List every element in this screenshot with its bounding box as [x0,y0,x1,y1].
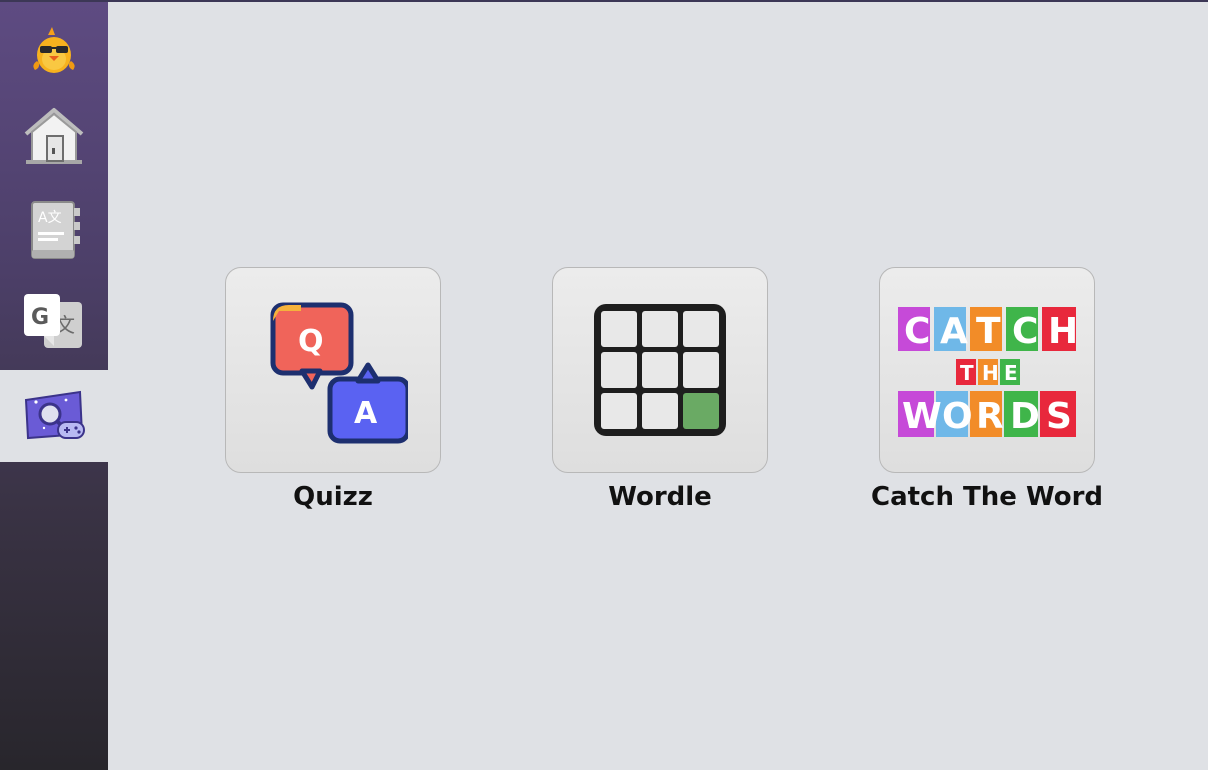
game-tile-catch-the-word[interactable]: C A T C H T H E W O R D S [879,267,1095,473]
quiz-qa-icon: Q A [270,302,408,444]
svg-text:R: R [976,396,1004,437]
svg-text:D: D [1010,396,1040,437]
svg-text:C: C [1012,311,1038,352]
game-tile-wordle[interactable] [552,267,768,473]
svg-text:Q: Q [298,324,324,359]
sidebar-item-translate[interactable]: 文 G [0,276,108,368]
svg-text:T: T [960,361,974,385]
sidebar: A文 文 G [0,2,108,770]
svg-text:W: W [902,396,942,437]
svg-text:S: S [1046,396,1072,437]
svg-text:C: C [904,311,930,352]
svg-text:A: A [940,311,968,352]
games-panel: Q A Quizz Wordle C A T C H T H E W O R D… [108,2,1208,770]
wordle-grid-icon [594,304,726,436]
svg-text:T: T [976,311,1001,352]
game-tile-quizz[interactable]: Q A [225,267,441,473]
svg-text:G: G [31,305,49,330]
home-icon [24,108,84,164]
google-translate-icon: 文 G [24,294,82,348]
app-logo[interactable] [0,6,108,96]
sidebar-item-home[interactable] [0,90,108,182]
svg-text:E: E [1004,361,1018,385]
game-card-wordle[interactable]: Wordle [552,267,768,512]
sidebar-item-games[interactable] [0,370,108,462]
game-card-catch-the-word[interactable]: C A T C H T H E W O R D S Catch The Word [871,267,1103,512]
sidebar-item-dictionary[interactable]: A文 [0,184,108,276]
svg-text:A文: A文 [38,210,62,226]
svg-text:H: H [982,361,999,385]
chick-mascot-icon [33,27,75,73]
game-label: Catch The Word [871,482,1104,512]
game-controller-icon [24,390,85,440]
svg-text:A: A [354,396,378,431]
game-card-quizz[interactable]: Q A Quizz [225,267,441,512]
dictionary-book-icon: A文 [31,201,80,259]
game-label: Wordle [608,482,712,512]
game-label: Quizz [293,482,373,512]
catch-the-words-logo: C A T C H T H E W O R D S [898,307,1078,437]
svg-text:O: O [942,396,973,437]
svg-text:H: H [1048,311,1078,352]
